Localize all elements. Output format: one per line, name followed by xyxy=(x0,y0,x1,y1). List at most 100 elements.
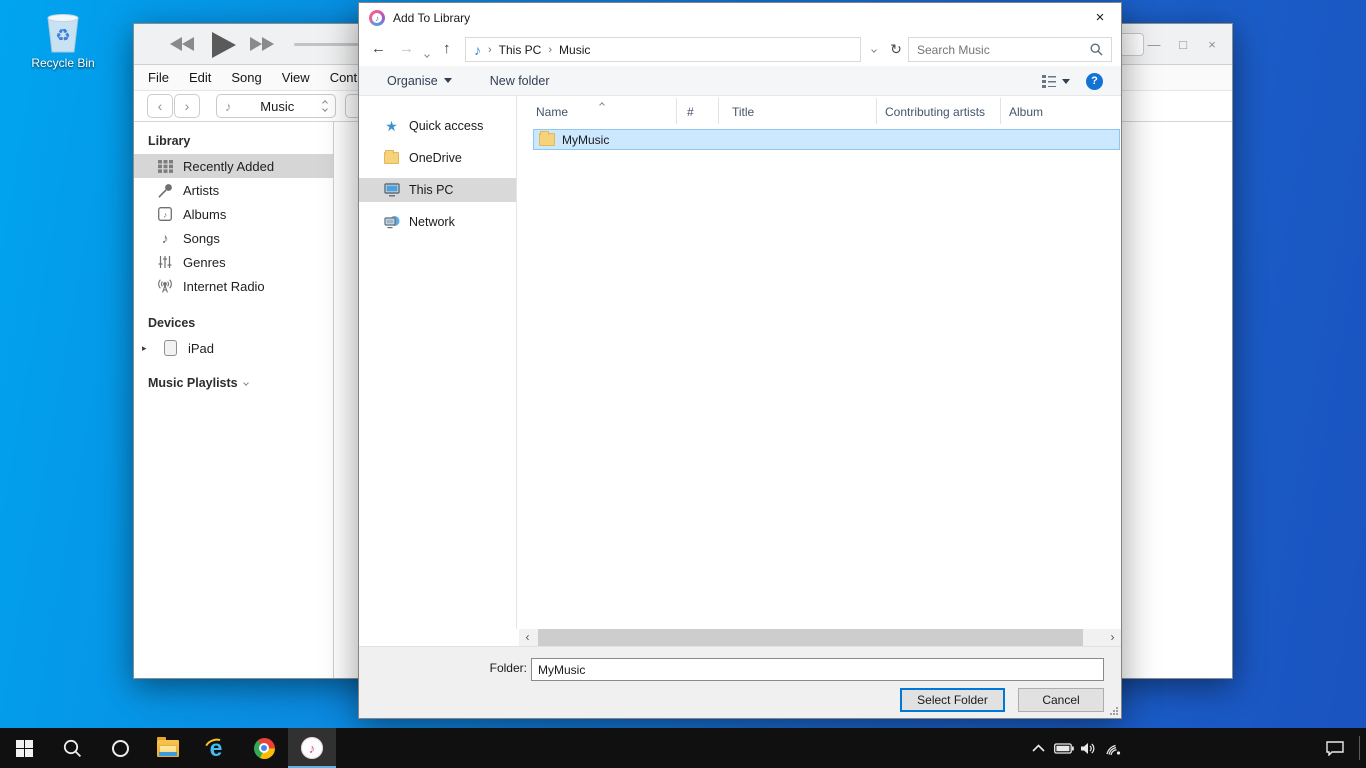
itunes-taskbar-button[interactable]: ♪ xyxy=(288,728,336,768)
help-button[interactable]: ? xyxy=(1086,73,1103,90)
dialog-body: ★ Quick access OneDrive This PC Network xyxy=(359,96,1121,629)
search-input[interactable] xyxy=(917,43,1090,57)
taskbar-search-button[interactable] xyxy=(48,728,96,768)
sidebar-item-label: Genres xyxy=(183,255,226,270)
chevron-down-icon xyxy=(243,380,249,386)
column-header-contributing-artists[interactable]: Contributing artists xyxy=(877,98,1001,124)
cancel-label: Cancel xyxy=(1042,693,1079,707)
microphone-icon xyxy=(156,183,174,198)
menu-file[interactable]: File xyxy=(148,70,169,85)
nav-item-this-pc[interactable]: This PC xyxy=(359,178,516,202)
cancel-button[interactable]: Cancel xyxy=(1018,688,1104,712)
scrollbar-track[interactable] xyxy=(536,629,1104,646)
battery-icon[interactable] xyxy=(1051,728,1076,768)
chrome-button[interactable] xyxy=(240,728,288,768)
column-header-name[interactable]: Name xyxy=(518,98,677,124)
question-mark-icon: ? xyxy=(1091,75,1098,87)
menu-view[interactable]: View xyxy=(282,70,310,85)
internet-explorer-button[interactable]: e xyxy=(192,728,240,768)
nav-item-label: Quick access xyxy=(409,119,483,133)
music-playlists-header[interactable]: Music Playlists xyxy=(134,376,333,390)
scroll-left-icon[interactable]: ‹ xyxy=(519,629,536,646)
select-folder-label: Select Folder xyxy=(917,693,988,707)
sidebar-item-label: Artists xyxy=(183,183,219,198)
action-center-button[interactable] xyxy=(1318,728,1352,768)
forward-icon[interactable]: → xyxy=(399,40,414,57)
menu-edit[interactable]: Edit xyxy=(189,70,211,85)
scrollbar-thumb[interactable] xyxy=(538,629,1083,646)
dialog-title: Add To Library xyxy=(393,11,470,25)
sidebar-item-songs[interactable]: ♪ Songs xyxy=(134,226,333,250)
sidebar-item-genres[interactable]: Genres xyxy=(134,250,333,274)
minimize-icon[interactable]: — xyxy=(1146,37,1162,52)
select-folder-button[interactable]: Select Folder xyxy=(900,688,1005,712)
refresh-icon[interactable]: ↻ xyxy=(886,37,906,62)
nav-item-label: This PC xyxy=(409,183,453,197)
dialog-close-button[interactable]: × xyxy=(1079,3,1121,32)
up-icon[interactable]: ↑ xyxy=(443,40,451,57)
music-note-icon: ♪ xyxy=(474,42,481,58)
cortana-button[interactable] xyxy=(96,728,144,768)
view-mode-button[interactable] xyxy=(1042,75,1070,88)
previous-track-button[interactable] xyxy=(170,37,194,51)
next-track-button[interactable] xyxy=(250,37,274,51)
dialog-footer: Folder: Select Folder Cancel xyxy=(359,646,1121,718)
column-header-title[interactable]: Title xyxy=(719,98,877,124)
file-row-mymusic[interactable]: MyMusic xyxy=(533,129,1120,150)
organise-label: Organise xyxy=(387,74,438,88)
expander-icon[interactable]: ▸ xyxy=(142,343,152,354)
volume-icon[interactable] xyxy=(1076,728,1101,768)
itunes-sidebar: Library Recently Added Artists ♪ Albums xyxy=(134,122,334,678)
column-header-number[interactable]: # xyxy=(677,98,719,124)
itunes-forward-button[interactable]: › xyxy=(174,94,200,118)
sliders-icon xyxy=(156,255,174,269)
network-wifi-icon[interactable] xyxy=(1101,728,1126,768)
svg-text:♪: ♪ xyxy=(163,211,167,220)
itunes-back-button[interactable]: ‹ xyxy=(147,94,173,118)
show-desktop-divider[interactable] xyxy=(1359,736,1360,760)
sidebar-item-ipad[interactable]: ▸ iPad xyxy=(134,336,333,360)
menu-song[interactable]: Song xyxy=(231,70,261,85)
itunes-icon: ♪ xyxy=(301,737,323,759)
breadcrumb-separator: › xyxy=(488,44,492,56)
media-type-selector[interactable]: ♪ Music xyxy=(216,94,336,118)
breadcrumb[interactable]: ♪ › This PC › Music xyxy=(465,37,861,62)
scroll-right-icon[interactable]: › xyxy=(1104,629,1121,646)
itunes-caption-buttons: — □ × xyxy=(1146,24,1220,65)
library-header: Library xyxy=(134,130,333,154)
nav-item-quick-access[interactable]: ★ Quick access xyxy=(359,114,516,138)
organise-button[interactable]: Organise xyxy=(387,74,452,88)
maximize-icon[interactable]: □ xyxy=(1175,37,1191,52)
resize-grip[interactable] xyxy=(1110,707,1118,715)
tray-overflow-chevron-icon[interactable] xyxy=(1026,728,1051,768)
folder-icon xyxy=(539,133,555,146)
back-icon[interactable]: ← xyxy=(371,40,386,57)
sidebar-item-artists[interactable]: Artists xyxy=(134,178,333,202)
breadcrumb-separator: › xyxy=(548,44,552,56)
recycle-bin-shortcut[interactable]: ♻ Recycle Bin xyxy=(24,10,102,70)
chevron-updown-icon xyxy=(323,101,327,111)
close-icon[interactable]: × xyxy=(1204,37,1220,52)
windows-logo-icon xyxy=(16,740,33,757)
sidebar-item-internet-radio[interactable]: Internet Radio xyxy=(134,274,333,298)
device-label: iPad xyxy=(188,341,214,356)
new-folder-button[interactable]: New folder xyxy=(490,74,550,88)
breadcrumb-music[interactable]: Music xyxy=(559,43,590,57)
cortana-icon xyxy=(112,740,129,757)
play-button[interactable] xyxy=(212,32,236,58)
nav-item-onedrive[interactable]: OneDrive xyxy=(359,146,516,170)
breadcrumb-this-pc[interactable]: This PC xyxy=(499,43,542,57)
recent-locations-chevron-icon[interactable] xyxy=(425,46,429,60)
start-button[interactable] xyxy=(0,728,48,768)
chrome-icon xyxy=(254,738,275,759)
file-explorer-button[interactable] xyxy=(144,728,192,768)
sidebar-item-recently-added[interactable]: Recently Added xyxy=(134,154,333,178)
address-dropdown-chevron-icon[interactable] xyxy=(865,37,883,62)
search-box[interactable] xyxy=(908,37,1112,62)
folder-name-input[interactable] xyxy=(531,658,1104,681)
horizontal-scrollbar[interactable]: ‹ › xyxy=(519,629,1121,646)
grid-icon xyxy=(156,160,174,173)
sidebar-item-albums[interactable]: ♪ Albums xyxy=(134,202,333,226)
column-header-album[interactable]: Album xyxy=(1001,98,1121,124)
nav-item-network[interactable]: Network xyxy=(359,210,516,234)
